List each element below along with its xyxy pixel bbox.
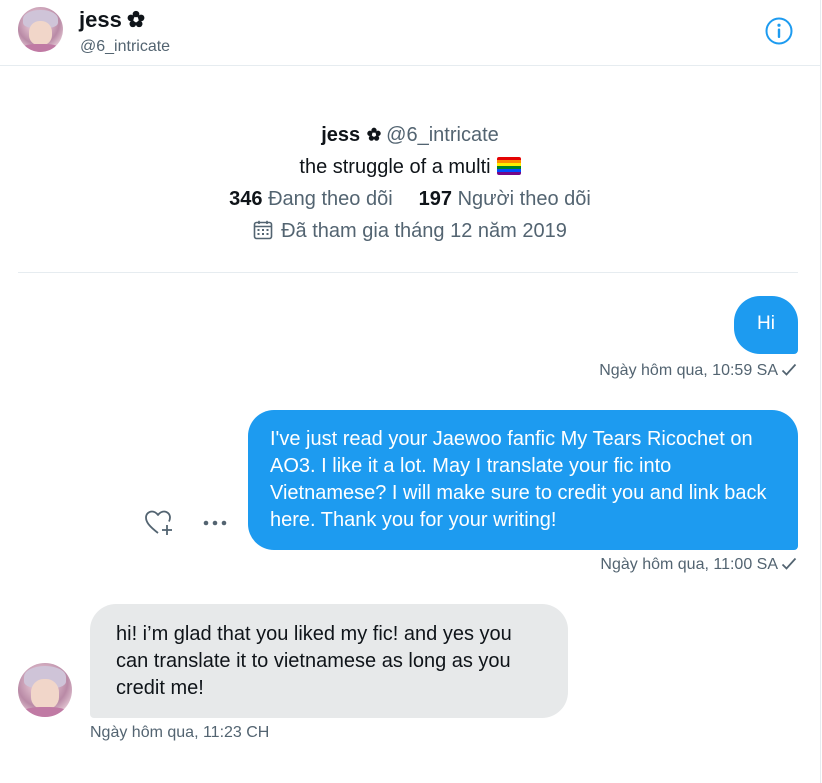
more-icon[interactable] xyxy=(200,508,230,538)
message-timestamp: Ngày hôm qua, 10:59 SA xyxy=(599,361,797,381)
profile-name-line[interactable]: jess @6_intricate xyxy=(0,120,820,150)
profile-joined: Đã tham gia tháng 12 năm 2019 xyxy=(0,216,820,246)
profile-bio: the struggle of a multi xyxy=(0,152,820,182)
header-avatar[interactable] xyxy=(18,7,63,52)
flower-badge-icon xyxy=(367,127,381,141)
calendar-icon xyxy=(253,220,273,240)
flower-badge-icon xyxy=(127,10,145,28)
timestamp-text: Ngày hôm qua, 11:00 SA xyxy=(600,556,778,573)
header-handle: @6_intricate xyxy=(80,38,171,55)
following-label: Đang theo dõi xyxy=(268,188,393,210)
profile-summary: jess @6_intricate the struggle of a multi… xyxy=(0,120,820,246)
followers-count: 197 xyxy=(418,188,453,210)
header-name[interactable]: jess xyxy=(79,7,146,33)
profile-divider xyxy=(18,272,798,273)
message-bubble-sent[interactable]: Hi xyxy=(734,296,798,354)
timestamp-text: Ngày hôm qua, 10:59 SA xyxy=(599,362,778,379)
info-icon[interactable] xyxy=(764,16,794,46)
sender-avatar[interactable] xyxy=(18,663,72,717)
profile-bio-text: the struggle of a multi xyxy=(299,156,491,178)
panel-border xyxy=(820,0,821,783)
followers-stat[interactable]: 197 Người theo dõi xyxy=(419,188,591,210)
profile-handle: @6_intricate xyxy=(386,124,499,146)
profile-stats: 346 Đang theo dõi 197 Người theo dõi xyxy=(0,184,820,214)
check-icon xyxy=(781,557,797,570)
message-timestamp: Ngày hôm qua, 11:00 SA xyxy=(600,555,797,575)
conversation-page: jess @6_intricate jess @6_intricate the s… xyxy=(0,0,822,783)
rainbow-flag-emoji xyxy=(496,157,521,175)
check-icon xyxy=(781,363,797,376)
followers-label: Người theo dõi xyxy=(457,188,591,210)
header-name-text: jess xyxy=(79,7,122,32)
following-stat[interactable]: 346 Đang theo dõi xyxy=(229,188,392,210)
message-timestamp: Ngày hôm qua, 11:23 CH xyxy=(90,724,270,741)
profile-name: jess xyxy=(321,124,361,146)
following-count: 346 xyxy=(229,188,263,210)
conversation-header: jess @6_intricate xyxy=(0,0,820,66)
heart-plus-icon[interactable] xyxy=(144,508,174,538)
message-bubble-sent[interactable]: I've just read your Jaewoo fanfic My Tea… xyxy=(248,410,798,550)
message-bubble-received[interactable]: hi! i’m glad that you liked my fic! and … xyxy=(90,604,568,718)
joined-text: Đã tham gia tháng 12 năm 2019 xyxy=(281,220,567,242)
